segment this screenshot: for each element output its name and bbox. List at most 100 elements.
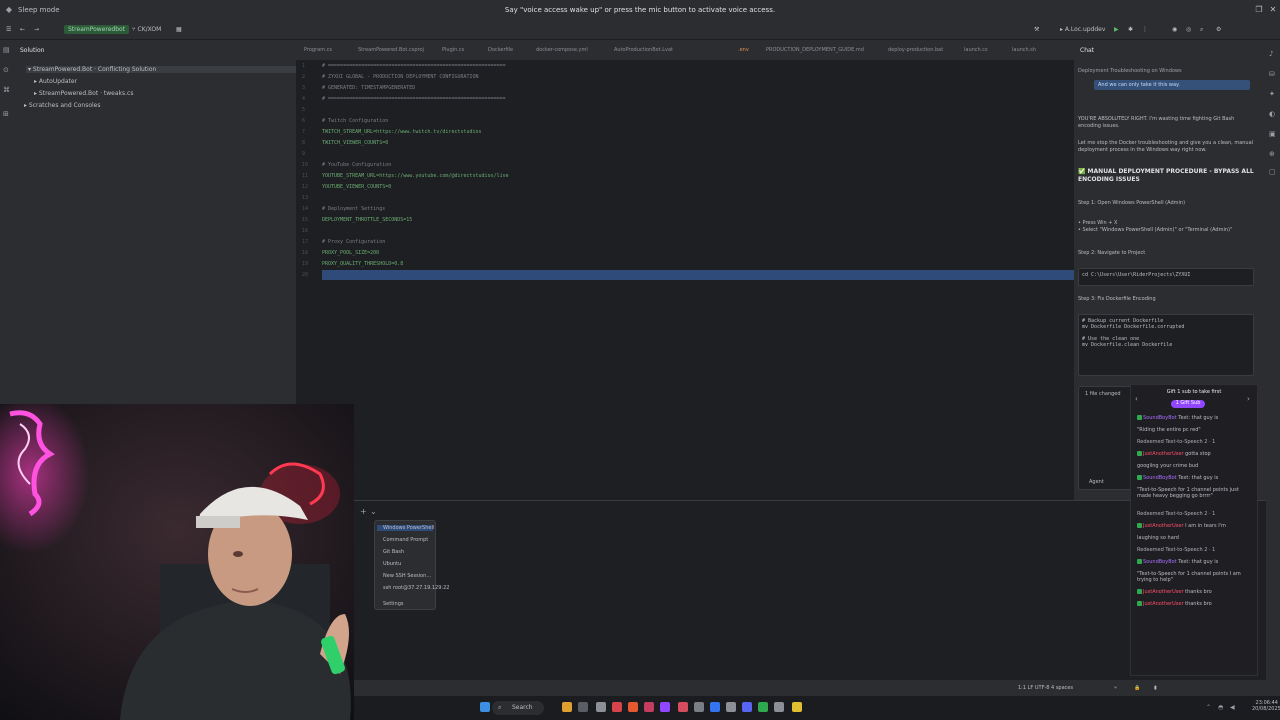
back-icon[interactable]: ← xyxy=(20,26,25,33)
code-line[interactable]: # Proxy Configuration xyxy=(322,239,385,245)
commit-icon[interactable]: ⊙ xyxy=(3,66,11,74)
code-line[interactable]: # YouTube Configuration xyxy=(322,162,391,168)
search-everywhere-icon[interactable]: ⌕ xyxy=(1200,26,1203,34)
new-terminal-icon[interactable]: + xyxy=(360,507,367,516)
code-line[interactable]: # ======================================… xyxy=(322,96,506,102)
more-icon[interactable]: ⋮ xyxy=(1142,26,1148,33)
code-line[interactable]: # GENERATED: TIMESTAMPGENERATED xyxy=(322,85,415,91)
app-icon[interactable] xyxy=(612,702,622,712)
code-line[interactable]: YOUTUBE_STREAM_URL=https://www.youtube.c… xyxy=(322,173,509,179)
tab-program-cs[interactable]: Program.cs xyxy=(304,47,332,53)
bookmarks-icon[interactable]: ⊞ xyxy=(3,110,11,118)
file-explorer-icon[interactable] xyxy=(562,702,572,712)
chevron-down-icon[interactable]: ⌄ xyxy=(370,507,377,516)
gradle-icon[interactable]: ▣ xyxy=(1269,130,1277,138)
chat-username[interactable]: SoundBoyBot xyxy=(1143,559,1177,565)
chevron-right-icon[interactable]: › xyxy=(1247,395,1250,403)
menu-item-cmd[interactable]: Command Prompt xyxy=(383,537,428,543)
code-line[interactable]: YOUTUBE_VIEWER_COUNTS=0 xyxy=(322,184,391,190)
code-editor[interactable]: 1 2 3 4 5 6 7 8 9 10 11 12 13 14 15 16 17 18 19 20 # ======… xyxy=(296,60,1074,500)
code-line[interactable]: # Deployment Settings xyxy=(322,206,385,212)
account-icon[interactable]: ◎ xyxy=(1186,26,1191,33)
tab-docker-compose[interactable]: docker-compose.yml xyxy=(536,47,588,53)
volume-icon[interactable]: ◀ xyxy=(1230,704,1235,711)
memory-indicator-icon[interactable]: ▮ xyxy=(1154,685,1157,691)
tab-launch-sh[interactable]: launch.sh xyxy=(1012,47,1036,53)
app-icon[interactable] xyxy=(710,702,720,712)
tab-deploy-bat[interactable]: deploy-production.bat xyxy=(888,47,943,53)
chat-username[interactable]: SoundBoyBot xyxy=(1143,475,1177,481)
discord-icon[interactable] xyxy=(742,702,752,712)
tab-launch-cs[interactable]: launch.cs xyxy=(964,47,988,53)
vcs-icon[interactable]: ◉ xyxy=(1172,26,1177,33)
code-line[interactable]: # ZYXUI GLOBAL - PRODUCTION DEPLOYMENT C… xyxy=(322,74,479,80)
build-icon[interactable]: ▦ xyxy=(176,26,182,33)
browser-icon[interactable] xyxy=(628,702,638,712)
database-icon[interactable]: ⛁ xyxy=(1269,70,1277,78)
branch-switcher[interactable]: ⑂ CK/XOM xyxy=(132,26,161,33)
tab-deployment-guide[interactable]: PRODUCTION_DEPLOYMENT_GUIDE.md xyxy=(766,47,864,53)
tree-item[interactable]: ▾ StreamPowered.Bot · Conflicting Soluti… xyxy=(26,66,304,73)
network-icon[interactable]: ◓ xyxy=(1218,704,1223,711)
lock-icon[interactable]: 🔒 xyxy=(1134,685,1140,691)
forward-icon[interactable]: → xyxy=(34,26,39,33)
tab-csproj[interactable]: StreamPowered.Bot.csproj xyxy=(358,47,424,53)
chat-username[interactable]: JustAnotherUser xyxy=(1143,523,1184,529)
app-icon[interactable] xyxy=(726,702,736,712)
notifications-icon[interactable]: ♪ xyxy=(1269,50,1277,58)
main-menu-icon[interactable]: ☰ xyxy=(6,26,11,33)
chat-username[interactable]: SoundBoyBot xyxy=(1143,415,1177,421)
chat-icon[interactable]: ▢ xyxy=(1269,168,1277,176)
tab-env[interactable]: .env xyxy=(738,47,749,53)
project-switcher[interactable]: StreamPoweredbot xyxy=(64,25,130,34)
code-block[interactable]: # Backup current Dockerfile mv Dockerfil… xyxy=(1078,314,1254,376)
start-icon[interactable] xyxy=(480,702,490,712)
solution-explorer-icon[interactable]: ▤ xyxy=(3,46,11,54)
chevron-left-icon[interactable]: ‹ xyxy=(1135,395,1138,403)
endpoints-icon[interactable]: ⊕ xyxy=(1269,150,1277,158)
tab-dockerfile[interactable]: Dockerfile xyxy=(488,47,513,53)
restore-icon[interactable]: ❐ xyxy=(1254,5,1264,15)
code-block[interactable]: cd C:\Users\User\RiderProjects\ZYXUI xyxy=(1078,268,1254,286)
menu-item-ubuntu[interactable]: Ubuntu xyxy=(383,561,401,567)
tree-item[interactable]: ▸ StreamPowered.Bot · tweaks.cs xyxy=(34,90,133,97)
git-icon[interactable]: ⑂ xyxy=(1114,685,1117,691)
hammer-icon[interactable]: ⚒ xyxy=(1034,26,1039,33)
debug-icon[interactable]: ✱ xyxy=(1128,26,1133,33)
ai-assistant-icon[interactable]: ✦ xyxy=(1269,90,1277,98)
code-line[interactable]: TWITCH_VIEWER_COUNTS=0 xyxy=(322,140,388,146)
clock[interactable]: 23:06:44 20/08/2025 xyxy=(1252,700,1280,712)
settings-icon[interactable]: ⚙ xyxy=(1216,26,1221,33)
app-icon[interactable] xyxy=(758,702,768,712)
close-icon[interactable]: ✕ xyxy=(1268,5,1278,15)
tree-item[interactable]: ▸ Scratches and Consoles xyxy=(24,102,101,109)
status-info[interactable]: 1:1 LF UTF-8 4 spaces xyxy=(1018,685,1073,691)
menu-item-ssh[interactable]: New SSH Session… xyxy=(383,573,431,579)
tree-item[interactable]: ▸ AutoUpdater xyxy=(34,78,77,85)
code-line[interactable]: PROXY_POOL_SIZE=200 xyxy=(322,250,379,256)
copilot-icon[interactable]: ◐ xyxy=(1269,110,1277,118)
tray-chevron-icon[interactable]: ⌃ xyxy=(1206,704,1211,711)
code-line[interactable]: TWITCH_STREAM_URL=https://www.twitch.tv/… xyxy=(322,129,482,135)
menu-item-powershell[interactable]: Windows PowerShell xyxy=(377,525,434,531)
files-changed-label[interactable]: 1 file changed xyxy=(1085,391,1121,397)
agent-mode-select[interactable]: Agent xyxy=(1089,479,1104,485)
code-line[interactable]: DEPLOYMENT_THROTTLE_SECONDS=15 xyxy=(322,217,412,223)
conversation-title[interactable]: Deployment Troubleshooting on Windows xyxy=(1078,68,1258,74)
app-icon[interactable] xyxy=(694,702,704,712)
app-icon[interactable] xyxy=(644,702,654,712)
rider-icon[interactable] xyxy=(678,702,688,712)
chat-username[interactable]: JustAnotherUser xyxy=(1143,589,1184,595)
tab-autoproduction[interactable]: AutoProductionBot.Lvat xyxy=(614,47,673,53)
code-line[interactable]: PROXY_QUALITY_THRESHOLD=0.8 xyxy=(322,261,403,267)
twitch-icon[interactable] xyxy=(660,702,670,712)
app-icon[interactable] xyxy=(596,702,606,712)
menu-item-ssh-host[interactable]: ssh root@37.27.19.129:22 xyxy=(383,585,449,591)
structure-icon[interactable]: ⌘ xyxy=(3,86,11,94)
tab-plugin-cs[interactable]: Plugin.cs xyxy=(442,47,464,53)
folder-icon[interactable] xyxy=(792,702,802,712)
chat-username[interactable]: JustAnotherUser xyxy=(1143,601,1184,607)
task-view-icon[interactable] xyxy=(578,702,588,712)
run-config-select[interactable]: ▸ A.Loc.upddev xyxy=(1060,26,1105,33)
chat-username[interactable]: JustAnotherUser xyxy=(1143,451,1184,457)
